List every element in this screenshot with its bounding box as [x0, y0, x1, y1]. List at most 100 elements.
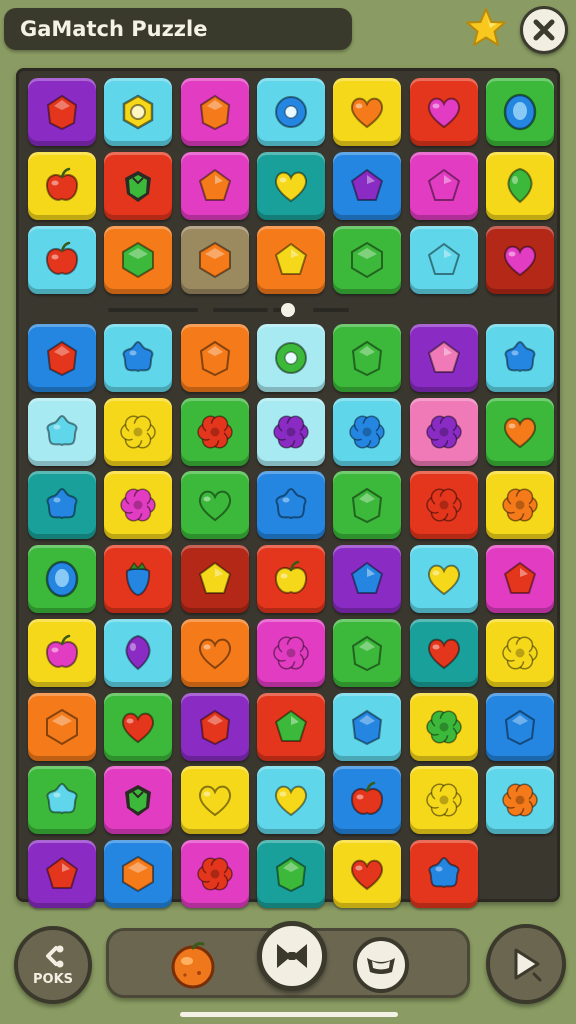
tile-r4-c3[interactable] [180, 324, 249, 392]
tile-r3-c7[interactable] [485, 226, 554, 294]
tile-r7-c5[interactable] [333, 545, 402, 614]
tile-r10-c7[interactable] [485, 766, 554, 835]
booster-fruit-button[interactable] [167, 939, 219, 991]
star-button[interactable] [462, 4, 510, 52]
booster-center-button[interactable] [257, 921, 327, 991]
tile-r8-c6[interactable] [409, 618, 478, 687]
tile-r7-c7[interactable] [485, 545, 554, 614]
tile-r8-c2[interactable] [104, 618, 173, 687]
tile-r7-c4[interactable] [256, 545, 325, 614]
board-divider [108, 303, 349, 317]
flower-icon [349, 415, 385, 449]
tile-r6-c4[interactable] [256, 471, 325, 540]
tile-r9-c4[interactable] [256, 692, 325, 761]
tile-r8-c7[interactable] [485, 618, 554, 687]
tile-r9-c1[interactable] [28, 692, 96, 761]
tile-r4-c5[interactable] [333, 324, 402, 392]
tile-r11-c6[interactable] [409, 839, 478, 908]
tile-r1-c2[interactable] [104, 78, 173, 146]
tile-r9-c3[interactable] [180, 692, 249, 761]
tile-r10-c5[interactable] [333, 766, 402, 835]
tile-r10-c6[interactable] [409, 766, 478, 835]
tile-r1-c1[interactable] [28, 78, 96, 146]
play-button[interactable] [486, 924, 566, 1004]
tile-r2-c4[interactable] [256, 152, 325, 220]
pent-icon [427, 169, 460, 201]
tile-r9-c6[interactable] [409, 692, 478, 761]
pent-icon [198, 169, 231, 201]
tile-r8-c3[interactable] [180, 618, 249, 687]
tile-r3-c3[interactable] [180, 226, 249, 294]
ring-icon [274, 342, 307, 374]
tile-r7-c2[interactable] [104, 545, 173, 614]
links-button[interactable]: POKS [14, 926, 92, 1004]
tile-r7-c1[interactable] [28, 545, 96, 614]
tile-r4-c4[interactable] [256, 324, 325, 392]
tile-r8-c4[interactable] [256, 618, 325, 687]
tile-r6-c2[interactable] [104, 471, 173, 540]
tile-r3-c1[interactable] [28, 226, 96, 294]
tile-r10-c2[interactable] [104, 766, 173, 835]
berry-icon [125, 171, 152, 202]
tile-r2-c5[interactable] [333, 152, 402, 220]
tile-r9-c2[interactable] [104, 692, 173, 761]
tile-r11-c3[interactable] [180, 839, 249, 908]
tile-r11-c5[interactable] [333, 839, 402, 908]
tile-r11-c2[interactable] [104, 839, 173, 908]
tile-r4-c7[interactable] [485, 324, 554, 392]
heart-icon [503, 245, 536, 277]
tile-r4-c1[interactable] [28, 324, 96, 392]
tile-r2-c3[interactable] [180, 152, 249, 220]
tile-r7-c6[interactable] [409, 545, 478, 614]
tile-r2-c6[interactable] [409, 152, 478, 220]
star5-icon [46, 783, 78, 815]
tile-r6-c1[interactable] [28, 471, 96, 540]
tile-r2-c1[interactable] [28, 152, 96, 220]
tile-r5-c6[interactable] [409, 397, 478, 466]
tile-r2-c2[interactable] [104, 152, 173, 220]
tile-r6-c3[interactable] [180, 471, 249, 540]
tile-r7-c3[interactable] [180, 545, 249, 614]
tile-r1-c3[interactable] [180, 78, 249, 146]
pent-icon [274, 709, 307, 742]
heart-icon [503, 417, 536, 448]
close-button[interactable] [520, 6, 568, 54]
tile-r11-c1[interactable] [28, 839, 96, 908]
tile-r3-c2[interactable] [104, 226, 173, 294]
tile-r9-c5[interactable] [333, 692, 402, 761]
home-indicator [180, 1012, 398, 1017]
tile-r10-c4[interactable] [256, 766, 325, 835]
oval-icon [45, 560, 79, 598]
tile-r1-c5[interactable] [333, 78, 402, 146]
tile-r3-c5[interactable] [333, 226, 402, 294]
tile-r1-c6[interactable] [409, 78, 478, 146]
tile-r11-c4[interactable] [256, 839, 325, 908]
tile-r1-c4[interactable] [256, 78, 325, 146]
flower-icon [502, 488, 538, 522]
tile-r5-c7[interactable] [485, 397, 554, 466]
tile-r10-c1[interactable] [28, 766, 96, 835]
tile-r9-c7[interactable] [485, 692, 554, 761]
tile-r5-c2[interactable] [104, 397, 173, 466]
heart-icon [427, 638, 460, 670]
tile-r1-c7[interactable] [485, 78, 554, 146]
oval-icon [503, 93, 537, 131]
tile-r5-c5[interactable] [333, 397, 402, 466]
tile-r3-c4[interactable] [256, 226, 325, 294]
tile-r5-c4[interactable] [256, 397, 325, 466]
tile-r5-c3[interactable] [180, 397, 249, 466]
booster-crown-button[interactable] [353, 937, 409, 993]
tile-r4-c2[interactable] [104, 324, 173, 392]
tile-r8-c1[interactable] [28, 618, 96, 687]
tile-r4-c6[interactable] [409, 324, 478, 392]
tile-r10-c3[interactable] [180, 766, 249, 835]
drop-icon [507, 167, 533, 204]
tile-r6-c7[interactable] [485, 471, 554, 540]
tile-r6-c6[interactable] [409, 471, 478, 540]
tile-r5-c1[interactable] [28, 397, 96, 466]
tile-r2-c7[interactable] [485, 152, 554, 220]
heart-icon [427, 97, 460, 129]
tile-r8-c5[interactable] [333, 618, 402, 687]
tile-r3-c6[interactable] [409, 226, 478, 294]
tile-r6-c5[interactable] [333, 471, 402, 540]
